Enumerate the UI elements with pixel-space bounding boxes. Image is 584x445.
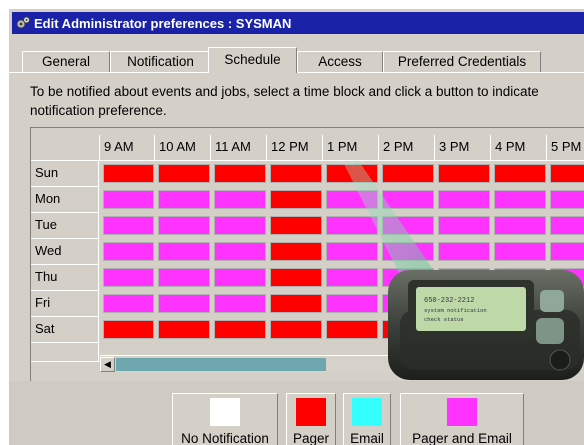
pager-button-top — [540, 290, 564, 312]
pager-screen-line-1: 650-232-2212 — [424, 297, 474, 305]
email-button[interactable]: Email — [343, 393, 391, 445]
instructions-line-2: notification preference. — [30, 103, 167, 118]
schedule-cell[interactable] — [158, 320, 210, 339]
no-notification-label: No Notification — [181, 431, 269, 445]
hour-header[interactable]: 9 AM — [100, 135, 155, 161]
tab-schedule-label: Schedule — [224, 52, 281, 67]
grid-corner-header — [31, 135, 100, 161]
pager-device-illustration: 650-232-2212 system notification check s… — [344, 160, 584, 380]
schedule-cell[interactable] — [103, 294, 154, 313]
schedule-cell[interactable] — [158, 164, 210, 183]
pager-and-email-button[interactable]: Pager and Email — [400, 393, 524, 445]
tab-notification[interactable]: Notification — [110, 51, 211, 72]
schedule-cell[interactable] — [214, 294, 266, 313]
day-row-label[interactable]: Thu — [31, 265, 99, 291]
instructions: To be notified about events and jobs, se… — [30, 82, 584, 120]
schedule-cell[interactable] — [214, 216, 266, 235]
pager-screen-line-3: check status — [424, 316, 464, 323]
pager-button[interactable]: Pager — [286, 393, 336, 445]
schedule-cell[interactable] — [270, 268, 322, 287]
schedule-cell[interactable] — [270, 294, 322, 313]
schedule-cell[interactable] — [270, 164, 322, 183]
schedule-cell[interactable] — [270, 190, 322, 209]
email-swatch — [352, 398, 382, 426]
email-label: Email — [350, 431, 384, 445]
schedule-cell[interactable] — [270, 216, 322, 235]
schedule-cell[interactable] — [158, 294, 210, 313]
tab-access-label: Access — [318, 54, 362, 69]
hour-header[interactable]: 10 AM — [155, 135, 211, 161]
pager-and-email-label: Pager and Email — [412, 431, 512, 445]
scrollbar-thumb[interactable] — [116, 358, 326, 371]
pager-swatch — [296, 398, 326, 426]
pager-knob — [549, 349, 571, 371]
hour-header[interactable]: 12 PM — [267, 135, 323, 161]
day-row-label[interactable]: Sat — [31, 317, 99, 343]
schedule-cell[interactable] — [103, 242, 154, 261]
schedule-cell[interactable] — [270, 320, 322, 339]
tab-general-label: General — [41, 54, 91, 69]
empty-row-label — [31, 343, 99, 362]
hour-header[interactable]: 4 PM — [491, 135, 547, 161]
schedule-cell[interactable] — [158, 190, 210, 209]
schedule-cell[interactable] — [214, 164, 266, 183]
day-row-label[interactable]: Wed — [31, 239, 99, 265]
day-row-label[interactable]: Sun — [31, 161, 99, 187]
schedule-cell[interactable] — [270, 242, 322, 261]
schedule-cell[interactable] — [214, 242, 266, 261]
schedule-cell[interactable] — [214, 268, 266, 287]
schedule-cell[interactable] — [103, 216, 154, 235]
day-row-label[interactable]: Tue — [31, 213, 99, 239]
pager-screen-line-2: system notification — [424, 307, 487, 314]
hour-header[interactable]: 3 PM — [435, 135, 491, 161]
instructions-line-1: To be notified about events and jobs, se… — [30, 84, 539, 99]
hour-header[interactable]: 11 AM — [211, 135, 267, 161]
tab-general[interactable]: General — [22, 51, 110, 72]
schedule-cell[interactable] — [214, 320, 266, 339]
no-notification-button[interactable]: No Notification — [172, 393, 278, 445]
schedule-cell[interactable] — [158, 242, 210, 261]
schedule-cell[interactable] — [103, 164, 154, 183]
pager-and-email-swatch — [447, 398, 477, 426]
pager-label: Pager — [292, 431, 330, 445]
schedule-cell[interactable] — [103, 190, 154, 209]
tab-preferred-credentials[interactable]: Preferred Credentials — [383, 51, 541, 72]
tab-preferred-credentials-label: Preferred Credentials — [397, 54, 527, 69]
hour-header[interactable]: 2 PM — [379, 135, 435, 161]
hour-header[interactable]: 1 PM — [323, 135, 379, 161]
schedule-cell[interactable] — [103, 268, 154, 287]
no-notification-swatch — [210, 398, 240, 426]
pager-button-bottom — [536, 318, 564, 344]
tab-access[interactable]: Access — [297, 51, 383, 72]
day-row-label[interactable]: Mon — [31, 187, 99, 213]
title-bar[interactable]: Edit Administrator preferences : SYSMAN — [12, 12, 584, 34]
schedule-cell[interactable] — [103, 320, 154, 339]
day-row-label[interactable]: Fri — [31, 291, 99, 317]
schedule-cell[interactable] — [214, 190, 266, 209]
tab-notification-label: Notification — [127, 54, 194, 69]
scroll-left-arrow-icon[interactable]: ◀ — [100, 357, 115, 372]
hour-header[interactable]: 5 PM — [547, 135, 584, 161]
gears-app-icon — [16, 16, 30, 29]
window-title: Edit Administrator preferences : SYSMAN — [34, 15, 292, 31]
tab-schedule[interactable]: Schedule — [208, 47, 297, 73]
schedule-cell[interactable] — [158, 216, 210, 235]
schedule-cell[interactable] — [158, 268, 210, 287]
tab-strip: General Notification Schedule Access Pre… — [9, 47, 584, 73]
